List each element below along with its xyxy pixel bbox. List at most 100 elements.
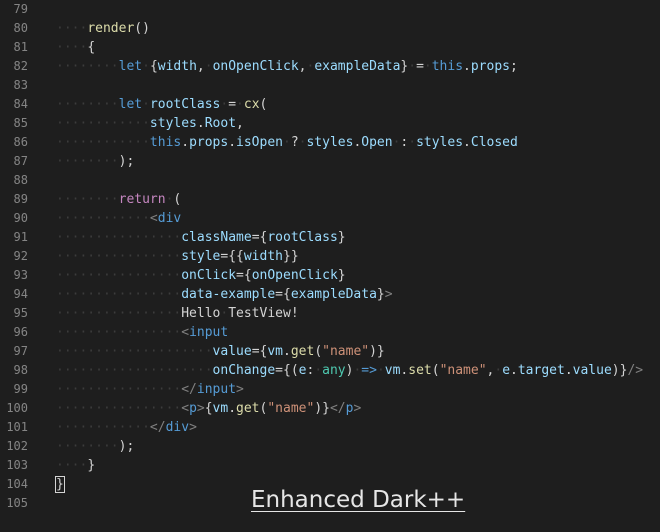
code-line[interactable]: 98 ····················onChange={(e:·any)…	[0, 361, 660, 380]
code-line[interactable]: 96 ················<input	[0, 323, 660, 342]
code-text: ····{	[56, 38, 95, 57]
code-token: onChange	[212, 363, 276, 378]
line-number: 104	[6, 477, 28, 491]
code-line[interactable]: 102 ········);	[0, 437, 660, 456]
whitespace-marker: ·	[142, 59, 150, 74]
code-token: {	[149, 59, 158, 74]
whitespace-marker: ·	[376, 363, 385, 378]
line-number: 92	[13, 249, 28, 263]
code-line[interactable]: 81 ····{	[0, 38, 660, 57]
code-token: vm	[212, 401, 229, 416]
code-line[interactable]: 80 ····render()	[0, 19, 660, 38]
code-token: ()	[134, 21, 150, 36]
code-token: TestView!	[228, 306, 299, 321]
line-number: 82	[13, 59, 28, 73]
whitespace-marker: ·	[494, 363, 503, 378]
code-line[interactable]: 99 ················</input>	[0, 380, 660, 399]
code-token: ={	[236, 268, 252, 283]
code-text: ····················value={vm.get("name"…	[56, 342, 385, 361]
code-token: )}	[611, 363, 628, 378]
code-token: ={	[251, 230, 268, 245]
code-line[interactable]: 97 ····················value={vm.get("nam…	[0, 342, 660, 361]
line-number: 89	[13, 192, 28, 206]
code-editor[interactable]: 79 80 ····render() 81 ····{82 ········let·{wi…	[0, 0, 660, 532]
code-line[interactable]: 89 ········return·(	[0, 190, 660, 209]
whitespace-marker: ····················	[56, 363, 213, 378]
code-token: .	[564, 363, 573, 378]
code-token: input	[196, 382, 237, 397]
code-token: props	[470, 59, 510, 74]
code-token: let	[118, 97, 143, 112]
code-token: <	[181, 325, 190, 340]
line-number: 91	[13, 230, 28, 244]
code-token: style	[181, 249, 221, 264]
code-token: =	[228, 97, 237, 112]
whitespace-marker: ············	[56, 116, 150, 131]
code-token: ?	[290, 135, 299, 150]
code-token: ,	[236, 116, 244, 131]
code-line[interactable]: 95 ················Hello·TestView!	[0, 304, 660, 323]
code-line[interactable]: 83	[0, 76, 660, 95]
code-line[interactable]: 86 ············this.props.isOpen·?·styles…	[0, 133, 660, 152]
code-line[interactable]: 82 ········let·{width,·onOpenClick,·examp…	[0, 57, 660, 76]
code-line[interactable]: 84 ········let·rootClass·=·cx(	[0, 95, 660, 114]
line-number: 103	[6, 458, 28, 472]
code-token: data-example	[181, 287, 276, 302]
code-text: ········);	[56, 152, 134, 171]
code-text: ····}	[56, 456, 95, 475]
code-token: >	[196, 401, 205, 416]
code-line[interactable]: 91 ················className={rootClass}	[0, 228, 660, 247]
code-text: ····················onChange={(e:·any)·=…	[56, 361, 643, 380]
code-token: vm	[384, 363, 401, 378]
code-token: <	[149, 211, 158, 226]
whitespace-marker: ····	[56, 458, 88, 473]
code-token: Root	[204, 116, 237, 131]
code-token: <	[181, 401, 190, 416]
code-line[interactable]: 93 ················onClick={onOpenClick}	[0, 266, 660, 285]
code-token: </	[329, 401, 346, 416]
whitespace-marker: ····	[56, 21, 88, 36]
code-text: ················onClick={onOpenClick}	[56, 266, 346, 285]
line-number: 85	[13, 116, 28, 130]
code-line[interactable]: 79	[0, 0, 660, 19]
code-text: }	[55, 475, 65, 494]
line-number: 98	[13, 363, 28, 377]
code-token: rootClass	[267, 230, 338, 245]
code-text: ········let·rootClass·=·cx(	[56, 95, 267, 114]
code-token: "name"	[322, 344, 370, 359]
line-number: 88	[13, 173, 28, 187]
code-token: styles	[149, 116, 197, 131]
whitespace-marker: ················	[56, 249, 182, 264]
code-line[interactable]: 103 ····}	[0, 456, 660, 475]
code-token: {	[204, 401, 213, 416]
code-token: (	[173, 192, 182, 207]
code-token: }	[337, 230, 346, 245]
code-line[interactable]: 90 ············<div	[0, 209, 660, 228]
code-line[interactable]: 88	[0, 171, 660, 190]
whitespace-marker: ····	[56, 40, 88, 55]
code-token: value	[212, 344, 252, 359]
code-token: .	[463, 135, 471, 150]
code-token: }	[337, 268, 346, 283]
code-token: target	[517, 363, 565, 378]
code-token: e	[502, 363, 511, 378]
code-token: (	[431, 363, 440, 378]
code-line[interactable]: 101 ············</div>	[0, 418, 660, 437]
code-line[interactable]: 92 ················style={{width}}	[0, 247, 660, 266]
code-line[interactable]: 87 ········);	[0, 152, 660, 171]
code-text: ················className={rootClass}	[56, 228, 346, 247]
line-number: 101	[6, 420, 28, 434]
code-text: ················style={{width}}	[56, 247, 299, 266]
whitespace-marker: ················	[56, 382, 182, 397]
code-token: rootClass	[149, 97, 221, 112]
whitespace-marker: ·	[142, 97, 150, 112]
code-line[interactable]: 85 ············styles.Root,	[0, 114, 660, 133]
code-line[interactable]: 100 ················<p>{vm.get("name")}</…	[0, 399, 660, 418]
code-token: this	[149, 135, 182, 150]
code-token: />	[627, 363, 644, 378]
code-token: ,	[196, 59, 205, 74]
code-line[interactable]: 94 ················data-example={exampleD…	[0, 285, 660, 304]
line-number: 84	[13, 97, 28, 111]
whitespace-marker: ············	[56, 211, 150, 226]
code-token: }	[376, 287, 385, 302]
